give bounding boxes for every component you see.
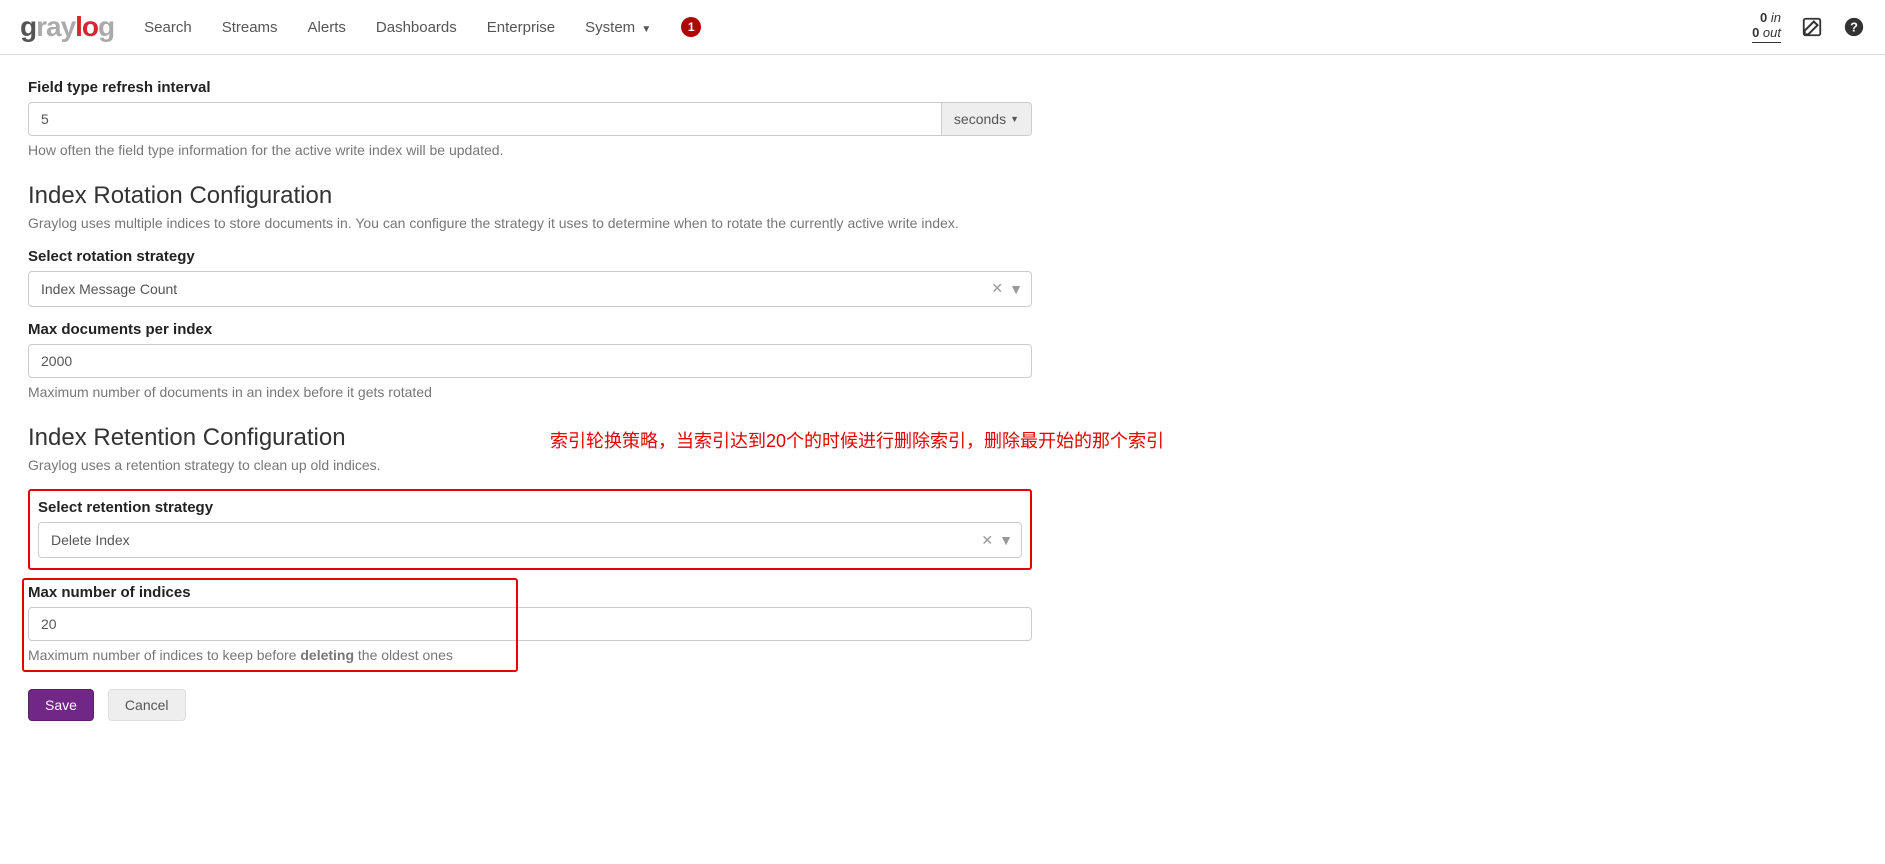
edit-icon[interactable]	[1801, 16, 1823, 38]
field-refresh-input[interactable]	[28, 102, 942, 136]
content: Field type refresh interval seconds ▼ Ho…	[0, 55, 1060, 761]
nav-system-dropdown[interactable]: System ▼	[585, 19, 651, 36]
max-indices-section: Max number of indices Maximum number of …	[28, 584, 1032, 663]
clear-icon[interactable]: ✕	[991, 280, 1003, 297]
logo[interactable]: graylog	[20, 11, 114, 43]
nav-alerts[interactable]: Alerts	[308, 19, 346, 36]
field-refresh-unit-label: seconds	[954, 111, 1006, 127]
annotation-text: 索引轮换策略，当索引达到20个的时候进行删除索引，删除最开始的那个索引	[550, 427, 1164, 453]
max-indices-help-bold: deleting	[300, 647, 354, 663]
help-icon[interactable]: ?	[1843, 16, 1865, 38]
max-indices-label: Max number of indices	[28, 584, 1032, 601]
nav-links: Search Streams Alerts Dashboards Enterpr…	[144, 17, 701, 37]
max-indices-help: Maximum number of indices to keep before…	[28, 647, 1032, 663]
nav-dashboards[interactable]: Dashboards	[376, 19, 457, 36]
max-docs-input[interactable]	[28, 344, 1032, 378]
max-indices-help-post: the oldest ones	[354, 647, 453, 663]
nav-search[interactable]: Search	[144, 19, 192, 36]
navbar: graylog Search Streams Alerts Dashboards…	[0, 0, 1885, 55]
field-refresh-group: seconds ▼	[28, 102, 1032, 136]
chevron-down-icon[interactable]: ▼	[1009, 281, 1023, 297]
chevron-down-icon[interactable]: ▼	[999, 532, 1013, 548]
svg-text:?: ?	[1850, 20, 1858, 35]
max-indices-input[interactable]	[28, 607, 1032, 641]
throughput-indicator: 0 in 0 out	[1752, 11, 1781, 43]
retention-desc: Graylog uses a retention strategy to cle…	[28, 456, 1032, 476]
cancel-button[interactable]: Cancel	[108, 689, 186, 721]
retention-select-highlight: Select retention strategy Delete Index ✕…	[28, 489, 1032, 570]
field-refresh-unit-dropdown[interactable]: seconds ▼	[942, 102, 1032, 136]
rotation-strategy-value: Index Message Count	[41, 281, 177, 297]
rotation-strategy-select[interactable]: Index Message Count ✕ ▼	[28, 271, 1032, 307]
notification-badge[interactable]: 1	[681, 17, 701, 37]
button-row: Save Cancel	[28, 689, 1032, 721]
retention-strategy-select[interactable]: Delete Index ✕ ▼	[38, 522, 1022, 558]
throughput-out-value: 0	[1752, 25, 1759, 40]
nav-streams[interactable]: Streams	[222, 19, 278, 36]
nav-enterprise[interactable]: Enterprise	[487, 19, 555, 36]
rotation-select-label: Select rotation strategy	[28, 248, 1032, 265]
caret-down-icon: ▼	[641, 24, 651, 35]
nav-right: 0 in 0 out ?	[1752, 11, 1865, 43]
throughput-out-label: out	[1763, 25, 1781, 40]
field-refresh-label: Field type refresh interval	[28, 79, 1032, 96]
max-docs-help: Maximum number of documents in an index …	[28, 384, 1032, 400]
throughput-in-value: 0	[1760, 10, 1767, 25]
retention-strategy-value: Delete Index	[51, 532, 130, 548]
throughput-in-label: in	[1771, 10, 1781, 25]
rotation-heading: Index Rotation Configuration	[28, 182, 1032, 210]
retention-select-label: Select retention strategy	[38, 499, 1022, 516]
nav-system-label: System	[585, 19, 635, 36]
max-docs-label: Max documents per index	[28, 321, 1032, 338]
clear-icon[interactable]: ✕	[981, 532, 993, 549]
field-refresh-help: How often the field type information for…	[28, 142, 1032, 158]
rotation-desc: Graylog uses multiple indices to store d…	[28, 214, 1032, 234]
save-button[interactable]: Save	[28, 689, 94, 721]
max-indices-help-pre: Maximum number of indices to keep before	[28, 647, 300, 663]
caret-down-icon: ▼	[1010, 114, 1019, 124]
